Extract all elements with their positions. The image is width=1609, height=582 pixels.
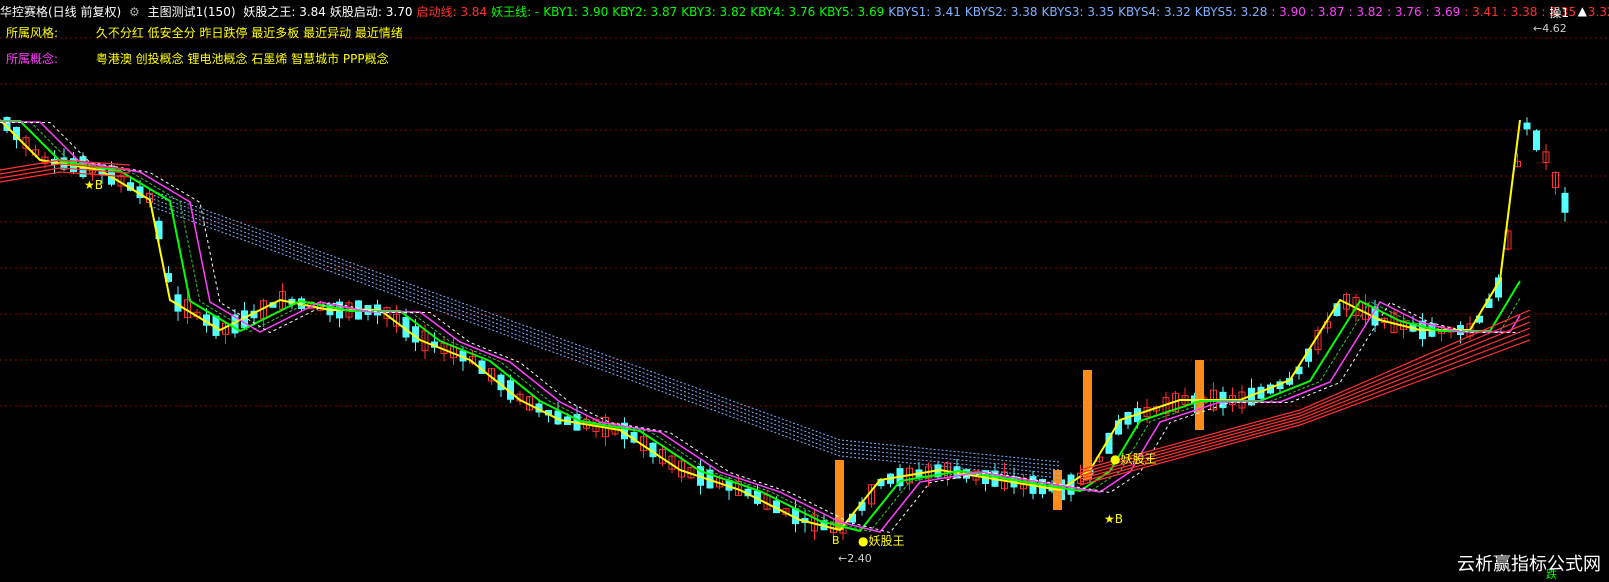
candle-body — [1561, 192, 1569, 213]
indicator-name[interactable]: 主图测试1(150) — [148, 5, 236, 19]
demon-king-label-2: ●妖股王 — [1110, 450, 1157, 467]
indicator-values: 妖股之王: 3.84 妖股启动: 3.70 启动线: 3.84 妖王线: - KBY1:… — [243, 5, 1609, 19]
indicator-value: : 3.76 — [1387, 5, 1422, 19]
demon-king-label-1: ●妖股王 — [858, 532, 905, 549]
indicator-value: 妖股之王: 3.84 — [243, 5, 326, 19]
indicator-value: KBY3: 3.82 — [681, 5, 747, 19]
style-label: 所属风格: — [6, 26, 59, 40]
style-value: 久不分红 低安全分 昨日跌停 最近多板 最近异动 最近情绪 — [95, 26, 403, 40]
buy-marker-1: ★B — [1104, 512, 1123, 526]
buy-marker-text-3: B — [832, 534, 840, 547]
low-price-label: 2.40 — [847, 552, 872, 565]
chevron-up-icon[interactable]: ▲ — [1578, 4, 1587, 18]
orange-signal-bar — [1083, 370, 1092, 480]
candle-body — [1533, 130, 1540, 151]
kline-chart[interactable] — [0, 0, 1609, 580]
indicator-value: KBYS3: 3.35 — [1041, 5, 1115, 19]
indicator-value: 妖股启动: 3.70 — [329, 5, 413, 19]
indicator-value: KBY2: 3.87 — [612, 5, 678, 19]
indicator-value: : 3.69 — [1425, 5, 1461, 19]
indicator-value: : 3.38 — [1502, 5, 1538, 19]
gear-icon[interactable]: ⚙ — [129, 5, 140, 19]
concept-label: 所属概念: — [6, 52, 59, 66]
indicator-value: : 3.41 — [1464, 5, 1499, 19]
indicator-value: KBYS5: 3.28 — [1194, 5, 1268, 19]
orange-signal-bar — [1195, 360, 1204, 430]
indicator-value: : 3.87 — [1309, 5, 1345, 19]
indicator-value: : 3.90 — [1271, 5, 1306, 19]
buy-marker-text-2: B — [94, 178, 103, 192]
buy-marker-2: ★B — [84, 178, 103, 192]
indicator-header: 华控赛格(日线 前复权) ⚙ 主图测试1(150) 妖股之王: 3.84 妖股启动… — [0, 0, 1609, 24]
demon-king-text-2: 妖股王 — [1120, 452, 1157, 466]
indicator-value: : 3.82 — [1348, 5, 1384, 19]
indicator-value: KBY4: 3.76 — [750, 5, 816, 19]
high-price-tag: ←4.62 — [1533, 22, 1567, 35]
low-price-tag: ←2.40 — [838, 552, 872, 565]
indicator-value: 妖王线: - — [491, 5, 540, 19]
concept-value: 粤港澳 创投概念 锂电池概念 石墨烯 智慧城市 PPP概念 — [95, 52, 389, 66]
indicator-value: 启动线: 3.84 — [416, 5, 488, 19]
buy-marker-3: B — [832, 534, 840, 547]
demon-king-text-1: 妖股王 — [868, 534, 905, 548]
coin-icon: ● — [1110, 452, 1121, 466]
high-price-label: 4.62 — [1542, 22, 1567, 35]
corner-label[interactable]: 操1 — [1549, 4, 1569, 21]
indicator-value: KBY5: 3.69 — [819, 5, 885, 19]
stock-title[interactable]: 华控赛格(日线 前复权) — [0, 5, 121, 19]
candle-body — [1523, 122, 1531, 130]
buy-marker-text-1: B — [1114, 512, 1123, 526]
indicator-value: KBY1: 3.90 — [543, 5, 609, 19]
indicator-value: KBYS4: 3.32 — [1118, 5, 1191, 19]
style-row: 所属风格: 久不分红 低安全分 昨日跌停 最近多板 最近异动 最近情绪 — [6, 24, 403, 41]
watermark: 云析赢指标公式网 — [1457, 554, 1601, 575]
indicator-value: KBYS1: 3.41 — [888, 5, 961, 19]
concept-row: 所属概念: 粤港澳 创投概念 锂电池概念 石墨烯 智慧城市 PPP概念 — [6, 50, 389, 67]
coin-icon: ● — [858, 534, 869, 548]
indicator-value: KBYS2: 3.38 — [964, 5, 1038, 19]
yellow-ma-line — [0, 119, 1521, 532]
